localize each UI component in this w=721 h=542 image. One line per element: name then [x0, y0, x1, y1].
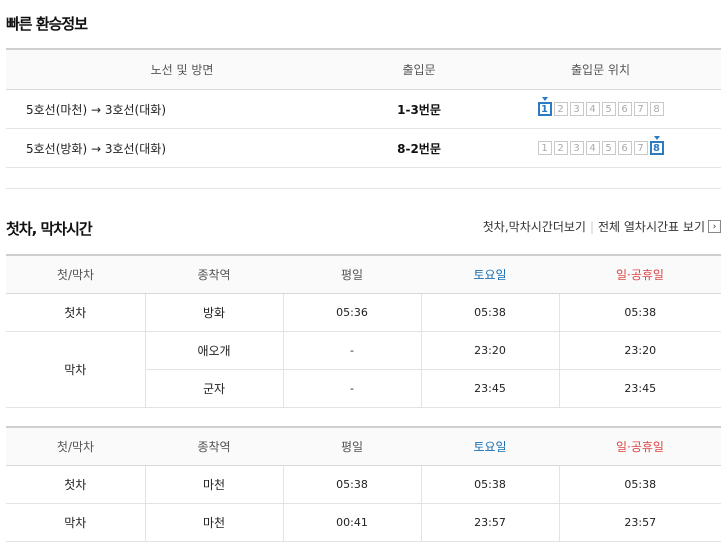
terminal-cell: 방화 [145, 293, 284, 332]
transfer-row: 5호선(마천) → 3호선(대화) 1-3번문 1 2 3 4 5 6 7 8 [6, 89, 721, 129]
header-saturday: 토요일 [421, 426, 559, 466]
door-number: 1 [537, 141, 552, 155]
door-number: 3 [569, 102, 584, 116]
chevron-right-icon[interactable]: › [708, 220, 721, 233]
weekday-time: 05:36 [283, 293, 422, 332]
kind-cell: 막차 [6, 331, 146, 408]
holiday-time: 05:38 [559, 465, 721, 504]
saturday-time: 23:45 [421, 369, 560, 408]
saturday-time: 05:38 [421, 465, 560, 504]
header-holiday: 일·공휴일 [559, 254, 721, 294]
door-position-indicator: 1 2 3 4 5 6 7 8 [481, 136, 720, 155]
timetable-section-title: 첫차, 막차시간 [6, 220, 93, 238]
holiday-time: 23:57 [559, 503, 721, 542]
first-last-more-link[interactable]: 첫차,막차시간더보기 [483, 218, 586, 235]
transfer-section-title: 빠른 환승정보 [6, 15, 88, 33]
door-number: 2 [553, 141, 568, 155]
header-holiday: 일·공휴일 [559, 426, 721, 466]
full-timetable-link[interactable]: 전체 열차시간표 보기 [598, 218, 705, 235]
door-number: 1 [537, 97, 552, 116]
door-number: 6 [617, 141, 632, 155]
door-number: 2 [553, 102, 568, 116]
header-terminal: 종착역 [145, 254, 283, 294]
table-row: 첫차 마천 05:38 05:38 05:38 [6, 465, 721, 504]
timetable-header-row: 첫/막차 종착역 평일 토요일 일·공휴일 [6, 254, 721, 294]
door-number: 4 [585, 141, 600, 155]
kind-cell: 첫차 [6, 293, 146, 332]
timetable-links: 첫차,막차시간더보기 | 전체 열차시간표 보기 › [483, 218, 721, 235]
table-row: 막차 마천 00:41 23:57 23:57 [6, 503, 721, 542]
door-number: 8 [649, 136, 664, 155]
header-exit: 출입문 [358, 48, 480, 90]
section-divider [6, 188, 721, 189]
header-kind: 첫/막차 [6, 254, 145, 294]
door-number: 4 [585, 102, 600, 116]
door-number: 6 [617, 102, 632, 116]
header-kind: 첫/막차 [6, 426, 145, 466]
door-number: 3 [569, 141, 584, 155]
table-row: 막차 애오개 - 23:20 23:20 [6, 331, 721, 408]
door-position-indicator: 1 2 3 4 5 6 7 8 [481, 97, 720, 116]
door-number: 7 [633, 141, 648, 155]
timetable-header-row: 첫/막차 종착역 평일 토요일 일·공휴일 [6, 426, 721, 466]
holiday-time: 23:20 [559, 331, 721, 370]
header-terminal: 종착역 [145, 426, 283, 466]
saturday-time: 05:38 [421, 293, 560, 332]
saturday-time: 23:57 [421, 503, 560, 542]
weekday-time: - [283, 369, 422, 408]
timetable-table-2: 첫/막차 종착역 평일 토요일 일·공휴일 첫차 마천 05:38 05:38 … [6, 426, 721, 542]
door-number: 8 [649, 102, 664, 116]
table-row: 첫차 방화 05:36 05:38 05:38 [6, 293, 721, 332]
holiday-time: 05:38 [559, 293, 721, 332]
weekday-time: - [283, 331, 422, 370]
terminal-cell: 애오개 [145, 331, 284, 370]
terminal-cell: 마천 [145, 503, 284, 542]
door-number: 7 [633, 102, 648, 116]
door-number: 5 [601, 102, 616, 116]
header-route: 노선 및 방면 [6, 48, 358, 90]
transfer-header-row: 노선 및 방면 출입문 출입문 위치 [6, 48, 721, 90]
timetable-table-1: 첫/막차 종착역 평일 토요일 일·공휴일 첫차 방화 05:36 05:38 … [6, 254, 721, 408]
door-number: 5 [601, 141, 616, 155]
kind-cell: 막차 [6, 503, 146, 542]
link-separator: | [589, 219, 594, 234]
header-weekday: 평일 [283, 426, 421, 466]
route-text: 5호선(방화) → 3호선(대화) [6, 128, 358, 168]
exit-text: 1-3번문 [358, 89, 480, 129]
route-text: 5호선(마천) → 3호선(대화) [6, 89, 358, 129]
terminal-cell: 군자 [145, 369, 284, 408]
transfer-row: 5호선(방화) → 3호선(대화) 8-2번문 1 2 3 4 5 6 7 8 [6, 128, 721, 168]
saturday-time: 23:20 [421, 331, 560, 370]
kind-cell: 첫차 [6, 465, 146, 504]
header-saturday: 토요일 [421, 254, 559, 294]
holiday-time: 23:45 [559, 369, 721, 408]
weekday-time: 05:38 [283, 465, 422, 504]
header-door-position: 출입문 위치 [480, 48, 721, 90]
transfer-table: 노선 및 방면 출입문 출입문 위치 5호선(마천) → 3호선(대화) 1-3… [6, 48, 721, 168]
terminal-cell: 마천 [145, 465, 284, 504]
weekday-time: 00:41 [283, 503, 422, 542]
header-weekday: 평일 [283, 254, 421, 294]
exit-text: 8-2번문 [358, 128, 480, 168]
